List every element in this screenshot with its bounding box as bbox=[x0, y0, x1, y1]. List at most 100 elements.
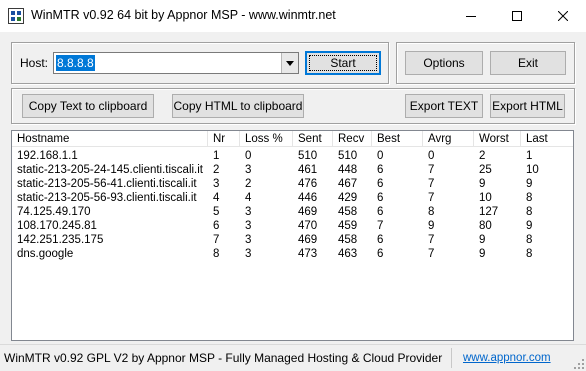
table-cell: 510 bbox=[298, 150, 318, 162]
maximize-icon bbox=[512, 10, 522, 21]
column-header[interactable]: Worst bbox=[474, 131, 521, 147]
table-cell: 7 bbox=[428, 248, 435, 260]
table-cell: static-213-205-24-145.clienti.tiscali.it bbox=[17, 164, 204, 176]
table-cell: 448 bbox=[338, 164, 358, 176]
table-cell: 10 bbox=[479, 192, 492, 204]
table-row[interactable]: static-213-205-56-41.clienti.tiscali.it 3… bbox=[12, 177, 573, 191]
table-cell: 127 bbox=[479, 206, 499, 218]
table-cell: static-213-205-56-41.clienti.tiscali.it bbox=[17, 178, 197, 190]
table-cell: 470 bbox=[298, 220, 318, 232]
column-header[interactable]: Recv bbox=[333, 131, 372, 147]
table-row[interactable]: 74.125.49.170 5 3 469 458 6 8 127 8 bbox=[12, 205, 573, 219]
table-cell: 6 bbox=[377, 192, 384, 204]
table-cell: 9 bbox=[479, 178, 486, 190]
table-cell: 3 bbox=[245, 248, 252, 260]
resize-grip-icon[interactable] bbox=[573, 358, 585, 370]
table-cell: 9 bbox=[526, 178, 533, 190]
table-cell: dns.google bbox=[17, 248, 74, 260]
table-cell: 458 bbox=[338, 234, 358, 246]
table-cell: 3 bbox=[245, 234, 252, 246]
table-cell: 8 bbox=[213, 248, 220, 260]
table-cell: 6 bbox=[377, 248, 384, 260]
table-cell: 463 bbox=[338, 248, 358, 260]
table-cell: 7 bbox=[428, 192, 435, 204]
dropdown-button[interactable] bbox=[281, 53, 298, 73]
results-table[interactable]: Hostname Nr Loss % Sent Recv Best Avrg Worst Las… bbox=[11, 130, 574, 341]
table-cell: 469 bbox=[298, 234, 318, 246]
status-text: WinMTR v0.92 GPL V2 by Appnor MSP - Full… bbox=[4, 351, 443, 365]
table-header: Hostname Nr Loss % Sent Recv Best Avrg Worst Las… bbox=[12, 131, 573, 147]
table-cell: 458 bbox=[338, 206, 358, 218]
table-cell: 5 bbox=[213, 206, 220, 218]
host-input[interactable]: 8.8.8.8 bbox=[56, 55, 95, 71]
table-cell: 9 bbox=[526, 220, 533, 232]
table-cell: 2 bbox=[479, 150, 486, 162]
table-cell: 510 bbox=[338, 150, 358, 162]
copy-html-button[interactable]: Copy HTML to clipboard bbox=[172, 94, 304, 118]
table-cell: 7 bbox=[428, 164, 435, 176]
table-cell: 8 bbox=[526, 192, 533, 204]
minimize-button[interactable] bbox=[448, 0, 494, 31]
table-cell: 469 bbox=[298, 206, 318, 218]
table-cell: 10 bbox=[526, 164, 539, 176]
table-cell: 4 bbox=[245, 192, 252, 204]
host-group: Host: 8.8.8.8 Start bbox=[11, 42, 389, 84]
table-row[interactable]: static-213-205-24-145.clienti.tiscali.it… bbox=[12, 163, 573, 177]
start-button[interactable]: Start bbox=[305, 51, 381, 75]
maximize-button[interactable] bbox=[494, 0, 540, 31]
table-cell: 74.125.49.170 bbox=[17, 206, 91, 218]
column-header[interactable]: Sent bbox=[293, 131, 333, 147]
table-cell: 8 bbox=[428, 206, 435, 218]
column-header[interactable]: Nr bbox=[208, 131, 240, 147]
close-button[interactable] bbox=[540, 0, 586, 31]
table-cell: 8 bbox=[526, 248, 533, 260]
options-group: Options Exit bbox=[396, 42, 575, 84]
copy-text-button[interactable]: Copy Text to clipboard bbox=[22, 94, 154, 118]
column-header[interactable]: Loss % bbox=[240, 131, 293, 147]
table-cell: 6 bbox=[377, 234, 384, 246]
table-row[interactable]: 142.251.235.175 7 3 469 458 6 7 9 8 bbox=[12, 233, 573, 247]
export-text-button[interactable]: Export TEXT bbox=[405, 94, 483, 118]
table-cell: static-213-205-56-93.clienti.tiscali.it bbox=[17, 192, 197, 204]
table-cell: 4 bbox=[213, 192, 220, 204]
table-cell: 467 bbox=[338, 178, 358, 190]
host-combobox[interactable]: 8.8.8.8 bbox=[53, 52, 299, 74]
title-bar[interactable]: WinMTR v0.92 64 bit by Appnor MSP - www.… bbox=[0, 0, 586, 32]
table-cell: 7 bbox=[213, 234, 220, 246]
table-cell: 446 bbox=[298, 192, 318, 204]
appnor-link[interactable]: www.appnor.com bbox=[463, 352, 551, 364]
table-cell: 8 bbox=[526, 206, 533, 218]
table-row[interactable]: static-213-205-56-93.clienti.tiscali.it 4… bbox=[12, 191, 573, 205]
status-divider bbox=[451, 348, 452, 368]
export-html-button[interactable]: Export HTML bbox=[490, 94, 565, 118]
table-cell: 9 bbox=[479, 234, 486, 246]
column-header[interactable]: Best bbox=[372, 131, 423, 147]
options-button[interactable]: Options bbox=[405, 51, 483, 75]
table-cell: 6 bbox=[377, 178, 384, 190]
status-bar: WinMTR v0.92 GPL V2 by Appnor MSP - Full… bbox=[0, 344, 586, 371]
table-cell: 6 bbox=[213, 220, 220, 232]
table-cell: 8 bbox=[526, 234, 533, 246]
table-cell: 80 bbox=[479, 220, 492, 232]
table-row[interactable]: dns.google 8 3 473 463 6 7 9 8 bbox=[12, 247, 573, 261]
column-header[interactable]: Avrg bbox=[423, 131, 474, 147]
table-cell: 7 bbox=[377, 220, 384, 232]
table-cell: 1 bbox=[213, 150, 220, 162]
table-cell: 192.168.1.1 bbox=[17, 150, 78, 162]
exit-button[interactable]: Exit bbox=[490, 51, 566, 75]
minimize-icon bbox=[466, 15, 476, 17]
table-row[interactable]: 192.168.1.1 1 0 510 510 0 0 2 1 bbox=[12, 149, 573, 163]
column-header[interactable]: Last bbox=[521, 131, 573, 147]
host-label: Host: bbox=[20, 56, 49, 70]
window-title: WinMTR v0.92 64 bit by Appnor MSP - www.… bbox=[31, 8, 336, 22]
table-cell: 3 bbox=[245, 206, 252, 218]
table-cell: 3 bbox=[245, 164, 252, 176]
table-row[interactable]: 108.170.245.81 6 3 470 459 7 9 80 9 bbox=[12, 219, 573, 233]
winmtr-app-icon bbox=[8, 8, 24, 24]
close-icon bbox=[558, 10, 568, 21]
table-cell: 108.170.245.81 bbox=[17, 220, 97, 232]
column-header[interactable]: Hostname bbox=[12, 131, 208, 147]
table-cell: 0 bbox=[428, 150, 435, 162]
chevron-down-icon bbox=[286, 60, 294, 66]
table-cell: 7 bbox=[428, 178, 435, 190]
